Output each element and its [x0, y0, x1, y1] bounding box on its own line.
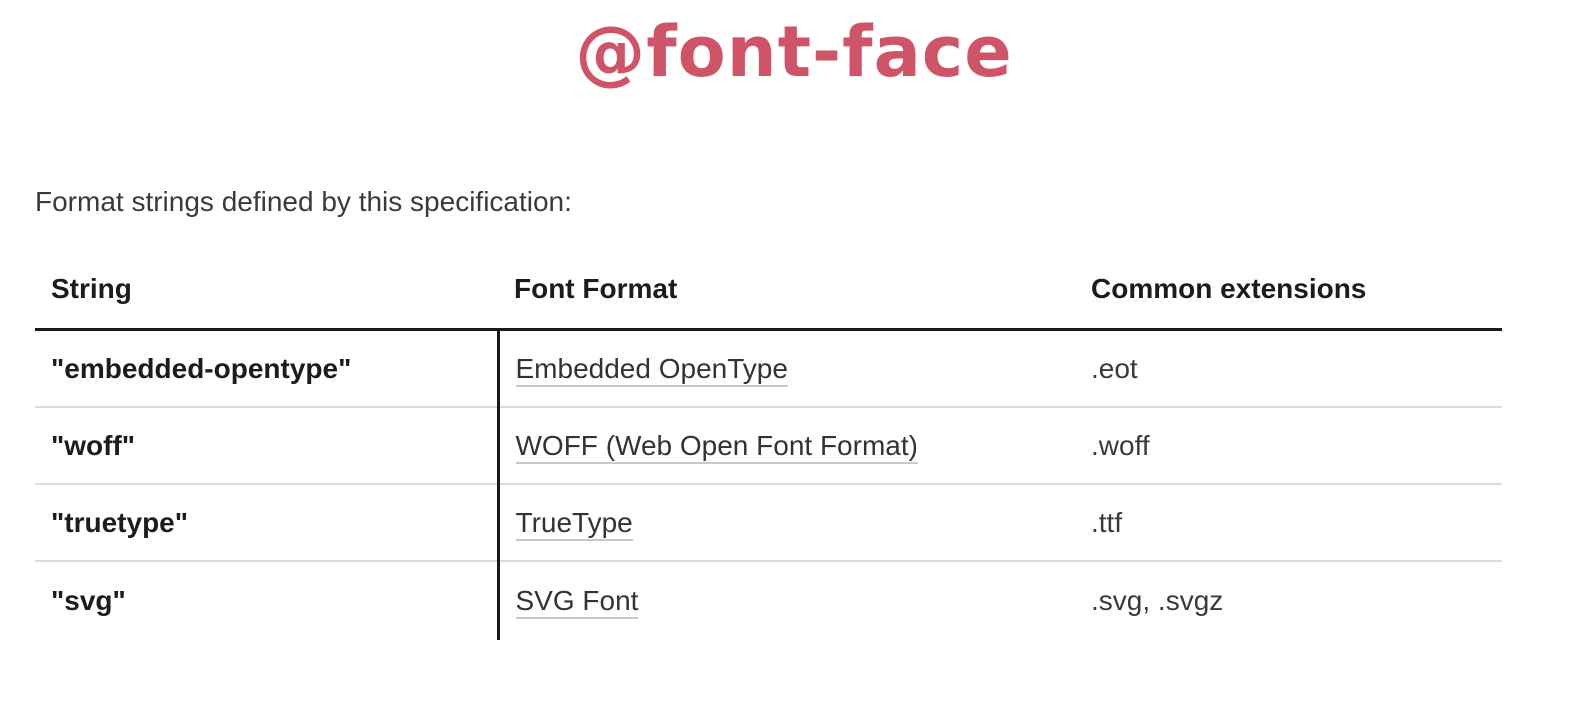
page-title: @font-face	[575, 11, 1013, 93]
font-format-link[interactable]: WOFF (Web Open Font Format)	[515, 429, 918, 464]
extension-cell: .svg, .svgz	[1091, 585, 1224, 616]
format-string-cell: "svg"	[51, 585, 126, 616]
format-string-cell: "embedded-opentype"	[35, 329, 498, 408]
table-header-row: String Font Format Common extensions	[35, 250, 1502, 331]
extension-cell: .ttf	[1075, 484, 1502, 562]
font-format-cell: Embedded OpenType	[496, 329, 1075, 408]
table-row: "woff" WOFF (Web Open Font Format) .woff	[35, 407, 1502, 485]
header-font-format: Font Format	[498, 250, 1075, 331]
extension-cell: .eot	[1075, 329, 1502, 408]
format-strings-table: String Font Format Common extensions "em…	[35, 250, 1502, 640]
font-format-link[interactable]: SVG Font	[515, 585, 639, 619]
font-format-cell: TrueType	[496, 484, 1075, 562]
font-format-cell: WOFF (Web Open Font Format)	[496, 407, 1075, 485]
font-format-cell: SVG Font	[496, 561, 1075, 640]
intro-text: Format strings defined by this specifica…	[35, 186, 572, 217]
table-row: "svg" SVG Font .svg, .svgz	[35, 561, 1502, 640]
header-string: String	[35, 250, 498, 331]
header-common-extensions: Common extensions	[1075, 250, 1502, 331]
table-row: "embedded-opentype" Embedded OpenType .e…	[35, 329, 1502, 408]
extension-cell: .woff	[1075, 407, 1502, 485]
format-string-cell: "woff"	[35, 407, 498, 485]
font-format-link[interactable]: Embedded OpenType	[515, 352, 788, 387]
format-string-cell: "truetype"	[35, 484, 498, 562]
font-format-link[interactable]: TrueType	[515, 506, 633, 541]
table-row: "truetype" TrueType .ttf	[35, 484, 1502, 562]
